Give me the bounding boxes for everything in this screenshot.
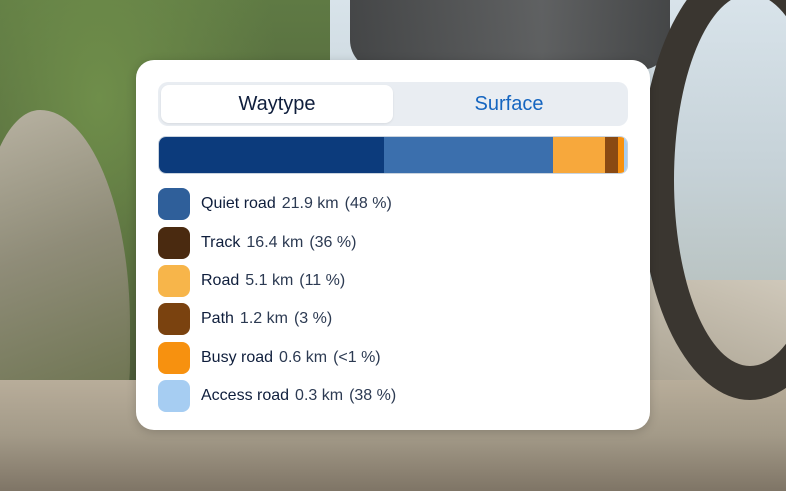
legend-percent: (38 %) — [349, 387, 397, 405]
waytype-stacked-bar — [158, 136, 628, 174]
legend-item-busy-road: Busy road 0.6 km (<1 %) — [158, 339, 628, 377]
legend-swatch — [158, 226, 190, 259]
legend-distance: 5.1 km — [245, 271, 294, 289]
bar-segment-track — [384, 137, 553, 173]
legend-label: Road — [201, 271, 240, 289]
segmented-tabs: Waytype Surface — [158, 82, 628, 126]
tab-waytype[interactable]: Waytype — [161, 85, 393, 123]
legend-percent: (11 %) — [299, 271, 346, 289]
legend-distance: 16.4 km — [246, 233, 304, 251]
waytype-card: Waytype Surface Quiet road 21.9 km (48 %… — [136, 60, 650, 430]
legend-swatch — [158, 341, 190, 374]
bar-segment-path — [605, 137, 618, 173]
legend-distance: 21.9 km — [281, 195, 339, 213]
legend-item-track: Track 16.4 km (36 %) — [158, 223, 628, 261]
legend-swatch — [158, 303, 190, 336]
bar-segment-road — [552, 137, 606, 173]
legend-percent: (48 %) — [344, 195, 392, 213]
legend-label: Busy road — [201, 348, 274, 366]
legend-label: Access road — [201, 387, 290, 405]
bar-segment-access-road — [623, 137, 627, 173]
legend-distance: 1.2 km — [239, 310, 288, 328]
legend-percent: (36 %) — [309, 233, 357, 251]
legend-swatch — [158, 380, 190, 413]
waytype-legend: Quiet road 21.9 km (48 %) Track 16.4 km … — [158, 185, 628, 415]
legend-item-path: Path 1.2 km (3 %) — [158, 300, 628, 338]
legend-percent: (3 %) — [293, 310, 333, 328]
legend-distance: 0.6 km — [279, 348, 328, 366]
legend-label: Path — [201, 310, 234, 328]
legend-label: Track — [201, 233, 241, 251]
legend-item-road: Road 5.1 km (11 %) — [158, 262, 628, 300]
legend-swatch — [158, 264, 190, 297]
legend-item-quiet-road: Quiet road 21.9 km (48 %) — [158, 185, 628, 223]
tab-surface[interactable]: Surface — [393, 85, 625, 123]
legend-label: Quiet road — [201, 195, 276, 213]
legend-item-access-road: Access road 0.3 km (38 %) — [158, 377, 628, 415]
legend-swatch — [158, 188, 190, 221]
bar-segment-quiet-road — [159, 137, 385, 173]
legend-percent: (<1 %) — [333, 348, 381, 366]
legend-distance: 0.3 km — [295, 387, 344, 405]
